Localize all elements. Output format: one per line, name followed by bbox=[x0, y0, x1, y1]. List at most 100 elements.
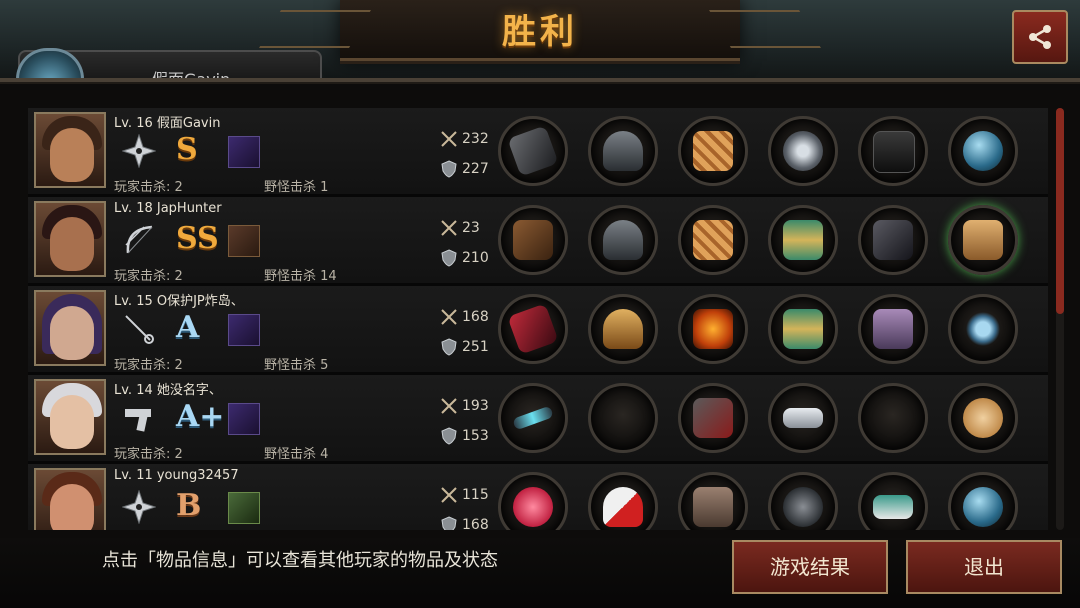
iron-helmet-icon[interactable] bbox=[588, 116, 658, 186]
crossbow-icon[interactable] bbox=[498, 205, 568, 275]
round-shield-icon[interactable] bbox=[768, 472, 838, 530]
defense-stat: 251 bbox=[440, 338, 489, 356]
fire-armor-icon[interactable] bbox=[678, 294, 748, 364]
skill-icon bbox=[228, 492, 260, 524]
plasma-rifle-icon[interactable] bbox=[498, 383, 568, 453]
skill-icon bbox=[228, 314, 260, 346]
crossed-swords-icon bbox=[441, 398, 457, 414]
pistol-icon bbox=[120, 401, 158, 435]
crossed-swords-icon bbox=[441, 309, 457, 325]
shuriken-icon bbox=[120, 134, 158, 168]
defense-stat: 168 bbox=[440, 516, 489, 530]
attack-value: 23 bbox=[462, 220, 480, 236]
empty-slot[interactable] bbox=[588, 383, 658, 453]
monster-kills: 野怪击杀 1 bbox=[264, 180, 329, 195]
crossed-swords-icon bbox=[441, 220, 457, 236]
dark-gloves-icon[interactable] bbox=[858, 205, 928, 275]
spiked-ball-icon[interactable] bbox=[498, 472, 568, 530]
mirror-charm-icon[interactable] bbox=[948, 383, 1018, 453]
red-gloves-icon[interactable] bbox=[678, 383, 748, 453]
gauntlet-ring-icon[interactable] bbox=[768, 116, 838, 186]
player-rank: B bbox=[176, 488, 202, 523]
player-level-name: Lv. 15 O保护JP炸岛、 bbox=[114, 294, 244, 309]
empty-slot[interactable] bbox=[858, 383, 928, 453]
crimson-sword-icon[interactable] bbox=[498, 294, 568, 364]
treasure-chest-icon[interactable] bbox=[948, 205, 1018, 275]
player-row[interactable]: Lv. 18 JapHunter SS 玩家击杀: 2 野怪击杀 14 23 2… bbox=[28, 197, 1048, 286]
player-rank: A+ bbox=[176, 399, 225, 434]
attack-value: 232 bbox=[462, 131, 489, 147]
player-rank: SS bbox=[176, 221, 219, 256]
attack-stat: 115 bbox=[440, 486, 489, 504]
shuriken-icon bbox=[120, 490, 158, 524]
player-rank: A bbox=[176, 310, 200, 345]
monster-kills: 野怪击杀 5 bbox=[264, 358, 329, 373]
player-kills: 玩家击杀: 2 bbox=[114, 447, 183, 462]
share-icon bbox=[1029, 25, 1051, 49]
share-button[interactable] bbox=[1012, 10, 1068, 64]
player-row[interactable]: Lv. 15 O保护JP炸岛、 A 玩家击杀: 2 野怪击杀 5 168 251 bbox=[28, 286, 1048, 375]
blue-gem-icon[interactable] bbox=[948, 116, 1018, 186]
player-row[interactable]: Lv. 14 她没名字、 A+ 玩家击杀: 2 野怪击杀 4 193 153 bbox=[28, 375, 1048, 464]
gold-helmet-icon[interactable] bbox=[588, 294, 658, 364]
player-level-name: Lv. 14 她没名字、 bbox=[114, 383, 222, 398]
monster-kills: 野怪击杀 4 bbox=[264, 447, 329, 462]
purple-boots-icon[interactable] bbox=[858, 294, 928, 364]
player-rank: S bbox=[176, 132, 198, 167]
bone-bracer-icon[interactable] bbox=[768, 383, 838, 453]
monster-kills: 野怪击杀 14 bbox=[264, 269, 337, 284]
iron-helmet-icon[interactable] bbox=[588, 205, 658, 275]
rapier-icon bbox=[120, 312, 158, 346]
player-list[interactable]: Lv. 16 假面Gavin S 玩家击杀: 2 野怪击杀 1 232 227 … bbox=[28, 108, 1048, 530]
dark-blade-icon[interactable] bbox=[498, 116, 568, 186]
defense-stat: 227 bbox=[440, 160, 489, 178]
sneakers-icon[interactable] bbox=[858, 472, 928, 530]
player-portrait bbox=[34, 468, 106, 530]
player-kills: 玩家击杀: 2 bbox=[114, 180, 183, 195]
defense-stat: 153 bbox=[440, 427, 489, 445]
skill-icon bbox=[228, 403, 260, 435]
attack-stat: 168 bbox=[440, 308, 489, 326]
game-result-button[interactable]: 游戏结果 bbox=[732, 540, 888, 594]
attack-value: 115 bbox=[462, 487, 489, 503]
skill-icon bbox=[228, 136, 260, 168]
shield-icon bbox=[441, 249, 457, 267]
player-level-name: Lv. 18 JapHunter bbox=[114, 201, 222, 216]
bow-icon bbox=[120, 223, 158, 257]
shield-icon bbox=[441, 160, 457, 178]
crossed-swords-icon bbox=[441, 487, 457, 503]
player-kills: 玩家击杀: 2 bbox=[114, 358, 183, 373]
leather-armor-icon[interactable] bbox=[678, 472, 748, 530]
player-portrait bbox=[34, 379, 106, 455]
scale-armor-icon[interactable] bbox=[678, 116, 748, 186]
attack-stat: 193 bbox=[440, 397, 489, 415]
title-banner: 胜利 bbox=[340, 0, 740, 61]
player-row[interactable]: Lv. 11 young32457 B 115 168 bbox=[28, 464, 1048, 530]
scale-armor-icon[interactable] bbox=[678, 205, 748, 275]
skill-icon bbox=[228, 225, 260, 257]
black-boots-icon[interactable] bbox=[858, 116, 928, 186]
shield-icon bbox=[441, 427, 457, 445]
attack-stat: 232 bbox=[440, 130, 489, 148]
player-portrait bbox=[34, 290, 106, 366]
attack-stat: 23 bbox=[440, 219, 480, 237]
blue-amulet-icon[interactable] bbox=[948, 294, 1018, 364]
exit-button[interactable]: 退出 bbox=[906, 540, 1062, 594]
player-portrait bbox=[34, 201, 106, 277]
racing-helmet-icon[interactable] bbox=[588, 472, 658, 530]
gold-bracer-icon[interactable] bbox=[768, 205, 838, 275]
blue-gem-icon[interactable] bbox=[948, 472, 1018, 530]
defense-value: 210 bbox=[462, 250, 489, 266]
list-scrollbar[interactable] bbox=[1056, 108, 1064, 530]
scrollbar-thumb[interactable] bbox=[1056, 108, 1064, 314]
gold-bracer-icon[interactable] bbox=[768, 294, 838, 364]
defense-value: 251 bbox=[462, 339, 489, 355]
defense-value: 227 bbox=[462, 161, 489, 177]
victory-title: 胜利 bbox=[502, 12, 578, 52]
defense-value: 168 bbox=[462, 517, 489, 530]
player-level-name: Lv. 11 young32457 bbox=[114, 468, 239, 483]
defense-stat: 210 bbox=[440, 249, 489, 267]
shield-icon bbox=[441, 338, 457, 356]
player-row[interactable]: Lv. 16 假面Gavin S 玩家击杀: 2 野怪击杀 1 232 227 bbox=[28, 108, 1048, 197]
shield-icon bbox=[441, 516, 457, 530]
